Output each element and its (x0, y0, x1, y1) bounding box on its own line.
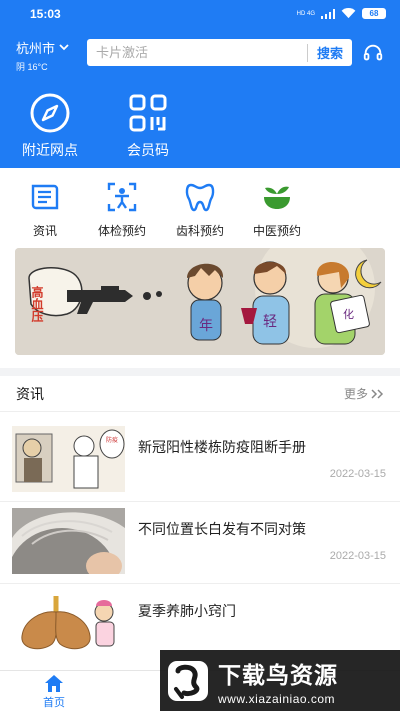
tooth-icon (185, 183, 215, 212)
headset-icon[interactable] (362, 42, 384, 64)
services-panel: 资讯 体检预约 齿科预约 中医预约 高血压 年 轻 化 (0, 168, 400, 368)
weather-text: 阴 16°C (16, 62, 48, 72)
bird-logo-icon (168, 660, 208, 701)
news-item-date: 2022-03-15 (329, 468, 386, 480)
status-time: 15:03 (30, 7, 61, 21)
promo-banner[interactable]: 高血压 年 轻 化 (15, 248, 385, 355)
home-icon (45, 675, 63, 692)
search-button[interactable]: 搜索 (308, 43, 352, 62)
double-chevron-right-icon (371, 388, 384, 399)
service-news-label: 资讯 (32, 224, 57, 238)
member-code-button[interactable]: 会员码 (127, 92, 169, 160)
watermark: 下载鸟资源 www.xiazainiao.com (160, 650, 400, 711)
news-section-title: 资讯 (16, 385, 44, 402)
service-news[interactable]: 资讯 (5, 180, 85, 239)
news-section: 资讯 更多 防疫 新冠阳性楼栋防疫阻断手册 2022-03-15 不同位置长白发… (0, 376, 400, 670)
news-item[interactable]: 不同位置长白发有不同对策 2022-03-15 (0, 502, 400, 584)
battery-icon: 68 (362, 8, 386, 19)
nearby-outlets-label: 附近网点 (22, 142, 78, 158)
nearby-outlets-button[interactable]: 附近网点 (22, 92, 78, 160)
news-item-title: 新冠阳性楼栋防疫阻断手册 (138, 439, 306, 455)
news-item-date: 2022-03-15 (329, 550, 386, 562)
qr-code-icon (129, 94, 167, 132)
nav-tab-home[interactable]: 首页 (43, 674, 65, 710)
banner-text-young: 年 (199, 318, 213, 334)
news-more-label: 更多 (343, 387, 368, 401)
member-code-label: 会员码 (127, 142, 169, 158)
status-bar: 15:03 HD 4G 68 (0, 0, 400, 30)
city-selector[interactable]: 杭州市 阴 16°C (16, 38, 69, 73)
service-checkup[interactable]: 体检预约 (82, 180, 162, 239)
banner-text-light: 轻 (263, 314, 277, 330)
service-dental-label: 齿科预约 (175, 224, 224, 238)
chevron-down-icon (59, 44, 69, 51)
search-bar: 搜索 (87, 39, 352, 66)
news-item-title: 夏季养肺小窍门 (138, 603, 236, 619)
news-thumbnail: 防疫 (12, 426, 125, 492)
news-more-link[interactable]: 更多 (344, 385, 384, 402)
compass-icon (30, 93, 70, 133)
header-area: 15:03 HD 4G 68 杭州市 阴 16°C 搜索 (0, 0, 400, 168)
svg-text:防疫: 防疫 (106, 436, 118, 444)
banner-text-high-bp: 高血压 (30, 285, 44, 323)
nav-home-label: 首页 (43, 697, 65, 709)
herb-mortar-icon (264, 186, 290, 209)
news-book-icon (31, 184, 59, 210)
status-icons: HD 4G 68 (297, 8, 386, 19)
service-tcm[interactable]: 中医预约 (237, 180, 317, 239)
news-item-title: 不同位置长白发有不同对策 (138, 521, 306, 537)
news-thumbnail (12, 508, 125, 574)
news-item[interactable]: 防疫 新冠阳性楼栋防疫阻断手册 2022-03-15 (0, 420, 400, 502)
news-header: 资讯 更多 (0, 376, 400, 412)
search-input[interactable] (87, 39, 307, 66)
cell-signal-icon (321, 8, 335, 19)
service-tcm-label: 中医预约 (252, 224, 301, 238)
banner-illustration: 高血压 年 轻 化 (15, 248, 385, 355)
signal-label: HD 4G (296, 10, 315, 17)
service-checkup-label: 体检预约 (97, 224, 146, 238)
city-name: 杭州市 (16, 41, 56, 56)
watermark-url: www.xiazainiao.com (218, 691, 336, 706)
service-dental[interactable]: 齿科预约 (160, 180, 240, 239)
news-thumbnail (12, 590, 125, 656)
wifi-icon (341, 8, 356, 19)
watermark-title: 下载鸟资源 (218, 662, 338, 689)
banner-text-change: 化 (343, 307, 354, 321)
body-scan-icon (107, 182, 137, 212)
